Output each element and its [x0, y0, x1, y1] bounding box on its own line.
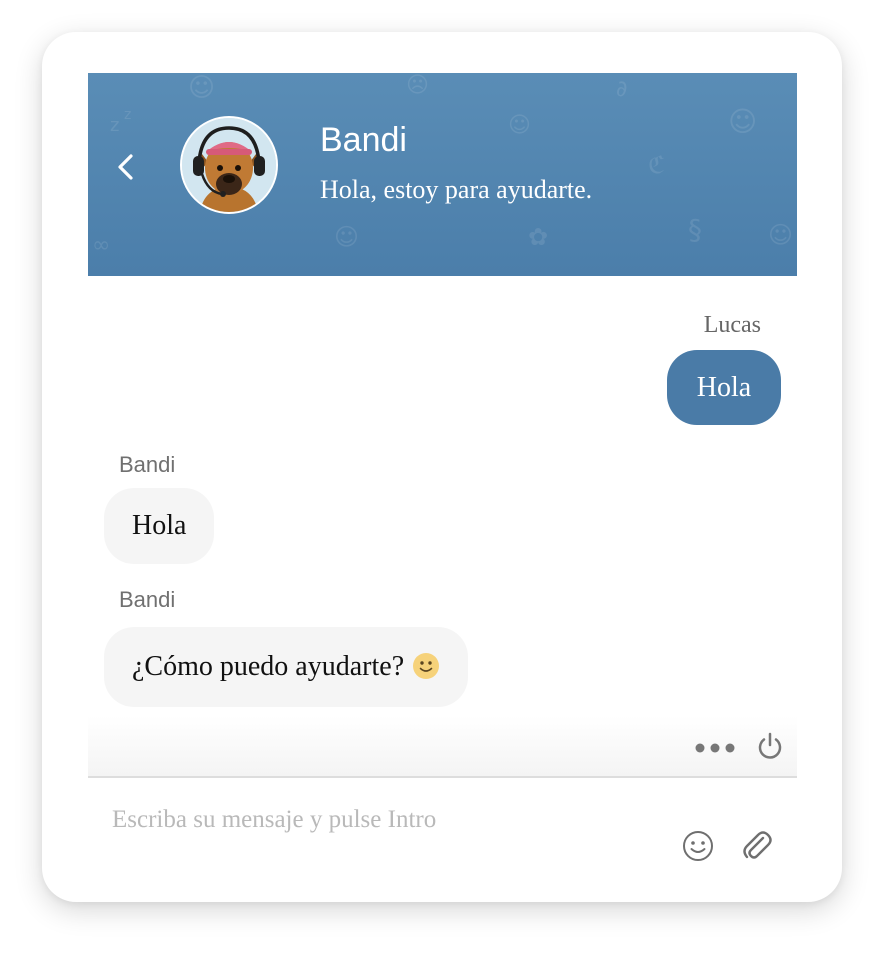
header-doodle: § [688, 213, 702, 246]
agent-avatar [180, 116, 278, 214]
power-icon[interactable] [756, 732, 784, 760]
message-sender: Bandi [119, 587, 176, 612]
message-composer [88, 778, 797, 890]
chat-header: ☺ z z ☹ ☺ ∂ ℭ ☺ § ☺ ✿ ∞ ☺ Bandi Hola, es… [88, 73, 797, 276]
message-sender: Bandi [119, 452, 176, 477]
message-sender: Lucas [703, 312, 761, 338]
header-doodle: ☺ [334, 223, 360, 251]
header-doodle: ☺ [768, 221, 794, 249]
header-doodle: ℭ [648, 151, 665, 179]
agent-status: Hola, estoy para ayudarte. [320, 175, 593, 204]
incoming-message-bubble: Hola [104, 488, 215, 564]
outgoing-message-bubble: Hola [667, 350, 781, 425]
paperclip-icon[interactable] [740, 828, 774, 864]
header-doodle: z [124, 107, 132, 123]
message-text: ¿Cómo puedo ayudarte? [132, 651, 405, 682]
header-doodle: ☺ [728, 105, 758, 138]
incoming-message-bubble: ¿Cómo puedo ayudarte? [104, 627, 469, 707]
emoji-icon[interactable] [682, 830, 714, 862]
header-doodle: ∂ [616, 77, 628, 102]
header-doodle: ☹ [406, 73, 429, 98]
agent-name: Bandi [320, 121, 407, 159]
header-doodle: ✿ [528, 223, 549, 251]
slightly-smiling-face-icon [413, 653, 440, 679]
chevron-left-icon[interactable] [114, 151, 138, 183]
message-input[interactable] [112, 802, 652, 838]
message-list[interactable]: Lucas Hola Bandi Hola Bandi ¿Cómo puedo … [88, 276, 797, 776]
message-text: Hola [132, 510, 187, 541]
dog-with-headset-avatar [182, 118, 276, 212]
header-doodle: z [110, 115, 120, 136]
header-doodle: ☺ [188, 73, 216, 103]
header-doodle: ∞ [92, 233, 111, 258]
message-list-fade [88, 716, 797, 776]
more-horizontal-icon[interactable] [694, 738, 738, 758]
header-doodle: ☺ [508, 113, 531, 138]
